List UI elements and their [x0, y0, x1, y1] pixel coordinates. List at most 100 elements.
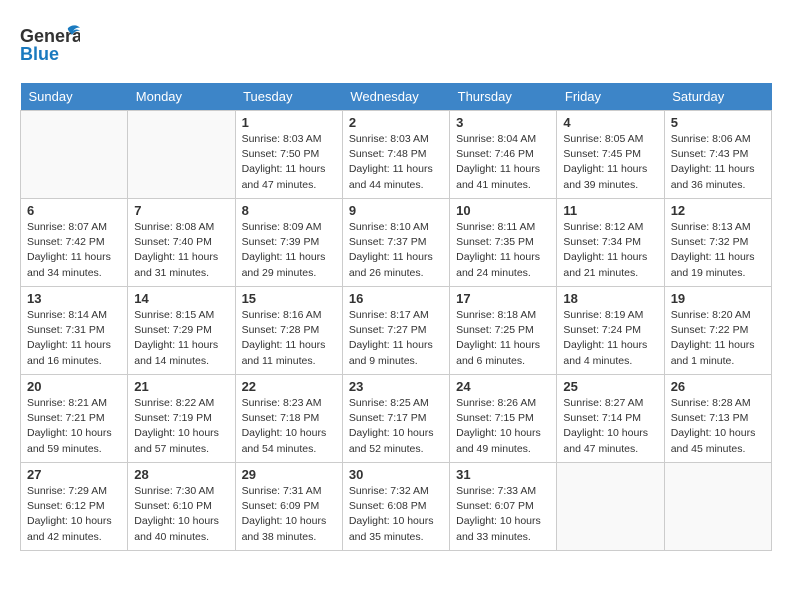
calendar-week-5: 27 Sunrise: 7:29 AMSunset: 6:12 PMDayligh… [21, 463, 772, 551]
day-number: 22 [242, 379, 336, 394]
calendar-cell: 10 Sunrise: 8:11 AMSunset: 7:35 PMDayligh… [450, 199, 557, 287]
day-number: 8 [242, 203, 336, 218]
day-number: 27 [27, 467, 121, 482]
calendar-header-wednesday: Wednesday [342, 83, 449, 111]
calendar-cell: 13 Sunrise: 8:14 AMSunset: 7:31 PMDayligh… [21, 287, 128, 375]
day-number: 2 [349, 115, 443, 130]
day-info: Sunrise: 8:28 AMSunset: 7:13 PMDaylight:… [671, 396, 765, 457]
day-number: 21 [134, 379, 228, 394]
day-number: 28 [134, 467, 228, 482]
calendar-header-friday: Friday [557, 83, 664, 111]
day-number: 14 [134, 291, 228, 306]
calendar-cell: 15 Sunrise: 8:16 AMSunset: 7:28 PMDayligh… [235, 287, 342, 375]
calendar-cell: 5Sunrise: 8:06 AMSunset: 7:43 PMDaylight… [664, 111, 771, 199]
day-info: Sunrise: 8:17 AMSunset: 7:27 PMDaylight:… [349, 308, 443, 369]
calendar-cell: 17 Sunrise: 8:18 AMSunset: 7:25 PMDayligh… [450, 287, 557, 375]
calendar-cell: 3 Sunrise: 8:04 AMSunset: 7:46 PMDaylight… [450, 111, 557, 199]
day-info: Sunrise: 8:19 AMSunset: 7:24 PMDaylight:… [563, 308, 657, 369]
calendar-cell [128, 111, 235, 199]
calendar-cell: 20 Sunrise: 8:21 AMSunset: 7:21 PMDayligh… [21, 375, 128, 463]
day-number: 12 [671, 203, 765, 218]
day-number: 20 [27, 379, 121, 394]
day-number: 23 [349, 379, 443, 394]
day-info: Sunrise: 8:13 AMSunset: 7:32 PMDaylight:… [671, 220, 765, 281]
calendar-cell: 12 Sunrise: 8:13 AMSunset: 7:32 PMDayligh… [664, 199, 771, 287]
calendar-week-1: 1 Sunrise: 8:03 AMSunset: 7:50 PMDaylight… [21, 111, 772, 199]
calendar-cell: 27 Sunrise: 7:29 AMSunset: 6:12 PMDayligh… [21, 463, 128, 551]
day-number: 24 [456, 379, 550, 394]
day-info: Sunrise: 8:25 AMSunset: 7:17 PMDaylight:… [349, 396, 443, 457]
day-info: Sunrise: 8:05 AMSunset: 7:45 PMDaylight:… [563, 132, 657, 193]
day-info: Sunrise: 8:04 AMSunset: 7:46 PMDaylight:… [456, 132, 550, 193]
calendar-cell: 21 Sunrise: 8:22 AMSunset: 7:19 PMDayligh… [128, 375, 235, 463]
day-info: Sunrise: 8:16 AMSunset: 7:28 PMDaylight:… [242, 308, 336, 369]
day-number: 31 [456, 467, 550, 482]
day-info: Sunrise: 7:32 AMSunset: 6:08 PMDaylight:… [349, 484, 443, 545]
calendar-cell: 22 Sunrise: 8:23 AMSunset: 7:18 PMDayligh… [235, 375, 342, 463]
day-info: Sunrise: 8:08 AMSunset: 7:40 PMDaylight:… [134, 220, 228, 281]
calendar-cell: 31 Sunrise: 7:33 AMSunset: 6:07 PMDayligh… [450, 463, 557, 551]
calendar-cell: 8 Sunrise: 8:09 AMSunset: 7:39 PMDaylight… [235, 199, 342, 287]
calendar-cell: 19 Sunrise: 8:20 AMSunset: 7:22 PMDayligh… [664, 287, 771, 375]
calendar-header-thursday: Thursday [450, 83, 557, 111]
day-info: Sunrise: 8:20 AMSunset: 7:22 PMDaylight:… [671, 308, 765, 369]
day-info: Sunrise: 8:22 AMSunset: 7:19 PMDaylight:… [134, 396, 228, 457]
calendar-cell: 14 Sunrise: 8:15 AMSunset: 7:29 PMDayligh… [128, 287, 235, 375]
day-info: Sunrise: 8:14 AMSunset: 7:31 PMDaylight:… [27, 308, 121, 369]
day-info: Sunrise: 8:03 AMSunset: 7:48 PMDaylight:… [349, 132, 443, 193]
calendar-header-tuesday: Tuesday [235, 83, 342, 111]
day-info: Sunrise: 8:26 AMSunset: 7:15 PMDaylight:… [456, 396, 550, 457]
calendar-header-monday: Monday [128, 83, 235, 111]
day-number: 30 [349, 467, 443, 482]
day-number: 10 [456, 203, 550, 218]
calendar-cell: 26 Sunrise: 8:28 AMSunset: 7:13 PMDayligh… [664, 375, 771, 463]
day-number: 11 [563, 203, 657, 218]
calendar-cell: 7 Sunrise: 8:08 AMSunset: 7:40 PMDaylight… [128, 199, 235, 287]
day-number: 18 [563, 291, 657, 306]
page-header: General Blue [20, 20, 772, 75]
svg-text:Blue: Blue [20, 44, 59, 64]
calendar-cell: 6Sunrise: 8:07 AMSunset: 7:42 PMDaylight… [21, 199, 128, 287]
day-info: Sunrise: 8:18 AMSunset: 7:25 PMDaylight:… [456, 308, 550, 369]
day-info: Sunrise: 7:29 AMSunset: 6:12 PMDaylight:… [27, 484, 121, 545]
day-info: Sunrise: 8:09 AMSunset: 7:39 PMDaylight:… [242, 220, 336, 281]
day-number: 17 [456, 291, 550, 306]
calendar-cell: 9Sunrise: 8:10 AMSunset: 7:37 PMDaylight… [342, 199, 449, 287]
day-number: 26 [671, 379, 765, 394]
calendar-cell: 23 Sunrise: 8:25 AMSunset: 7:17 PMDayligh… [342, 375, 449, 463]
day-number: 16 [349, 291, 443, 306]
day-info: Sunrise: 8:12 AMSunset: 7:34 PMDaylight:… [563, 220, 657, 281]
calendar-cell: 18 Sunrise: 8:19 AMSunset: 7:24 PMDayligh… [557, 287, 664, 375]
day-info: Sunrise: 7:33 AMSunset: 6:07 PMDaylight:… [456, 484, 550, 545]
day-number: 13 [27, 291, 121, 306]
day-number: 29 [242, 467, 336, 482]
day-info: Sunrise: 7:31 AMSunset: 6:09 PMDaylight:… [242, 484, 336, 545]
calendar-header-saturday: Saturday [664, 83, 771, 111]
calendar-cell: 25Sunrise: 8:27 AMSunset: 7:14 PMDayligh… [557, 375, 664, 463]
day-info: Sunrise: 8:23 AMSunset: 7:18 PMDaylight:… [242, 396, 336, 457]
calendar-cell [557, 463, 664, 551]
day-number: 19 [671, 291, 765, 306]
day-info: Sunrise: 7:30 AMSunset: 6:10 PMDaylight:… [134, 484, 228, 545]
day-info: Sunrise: 8:07 AMSunset: 7:42 PMDaylight:… [27, 220, 121, 281]
day-number: 15 [242, 291, 336, 306]
calendar-cell: 16 Sunrise: 8:17 AMSunset: 7:27 PMDayligh… [342, 287, 449, 375]
day-info: Sunrise: 8:10 AMSunset: 7:37 PMDaylight:… [349, 220, 443, 281]
logo: General Blue [20, 20, 82, 75]
day-number: 4 [563, 115, 657, 130]
day-info: Sunrise: 8:06 AMSunset: 7:43 PMDaylight:… [671, 132, 765, 193]
day-number: 3 [456, 115, 550, 130]
day-info: Sunrise: 8:27 AMSunset: 7:14 PMDaylight:… [563, 396, 657, 457]
calendar-week-4: 20 Sunrise: 8:21 AMSunset: 7:21 PMDayligh… [21, 375, 772, 463]
day-info: Sunrise: 8:03 AMSunset: 7:50 PMDaylight:… [242, 132, 336, 193]
calendar-cell: 24 Sunrise: 8:26 AMSunset: 7:15 PMDayligh… [450, 375, 557, 463]
day-info: Sunrise: 8:15 AMSunset: 7:29 PMDaylight:… [134, 308, 228, 369]
logo-icon: General Blue [20, 20, 80, 70]
calendar-cell [664, 463, 771, 551]
calendar-cell: 11 Sunrise: 8:12 AMSunset: 7:34 PMDayligh… [557, 199, 664, 287]
calendar-cell: 29 Sunrise: 7:31 AMSunset: 6:09 PMDayligh… [235, 463, 342, 551]
day-info: Sunrise: 8:11 AMSunset: 7:35 PMDaylight:… [456, 220, 550, 281]
day-number: 7 [134, 203, 228, 218]
day-number: 1 [242, 115, 336, 130]
day-info: Sunrise: 8:21 AMSunset: 7:21 PMDaylight:… [27, 396, 121, 457]
